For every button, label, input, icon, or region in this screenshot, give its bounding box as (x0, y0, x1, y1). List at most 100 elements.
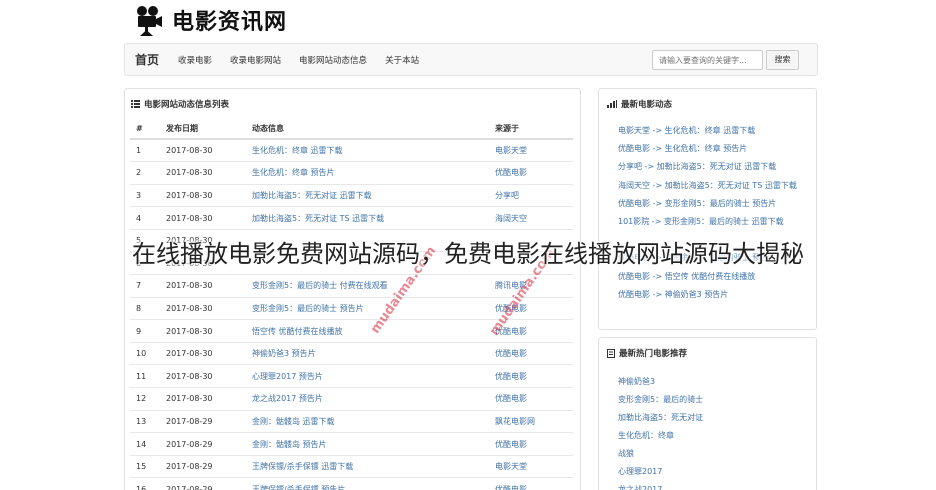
row-number: 2 (130, 161, 160, 185)
row-number: 11 (130, 364, 160, 389)
hot-movie-link[interactable]: 心理罪2017 (618, 466, 703, 484)
row-source-link[interactable]: 优酷电影 (489, 477, 573, 490)
row-date: 2017-08-30 (160, 251, 246, 276)
row-info-link[interactable] (246, 229, 489, 253)
row-source-link[interactable]: 分享吧 (489, 184, 573, 208)
row-info-link[interactable]: 生化危机：终章 预告片 (246, 161, 489, 185)
row-source-link[interactable]: 优酷电影 (489, 432, 573, 456)
hot-movie-link[interactable]: 生化危机：终章 (618, 430, 703, 448)
hot-movie-link[interactable]: 变形金刚5：最后的骑士 (618, 394, 703, 412)
latest-news-link[interactable]: 电影天堂 -> 生化危机：终章 迅雷下载 (618, 125, 797, 143)
navbar: 首页 收录电影 收录电影网站 电影网站动态信息 关于本站 搜索 (124, 43, 818, 76)
row-source-link[interactable]: 飘花电影网 (489, 410, 573, 434)
news-list-title: 电影网站动态信息列表 (131, 98, 229, 110)
latest-news-list: 电影天堂 -> 生化危机：终章 迅雷下载 优酷电影 -> 生化危机：终章 预告片分… (618, 125, 797, 307)
row-info-link[interactable]: 王牌保镖/杀手保镖 迅雷下载 (246, 455, 489, 479)
hot-movies-panel: 最新热门电影推荐 神偷奶爸3 变形金刚5：最后的骑士 加勒比海盗5：死无对证 生化危机… (598, 337, 817, 490)
row-number: 13 (130, 410, 160, 434)
table-row: 16 2017-08-29 王牌保镖/杀手保镖 预告片 优酷电影 (130, 477, 573, 490)
row-info-link[interactable]: 悟空传 优酷付费在线播放 (246, 319, 489, 343)
row-date: 2017-08-30 (160, 387, 246, 411)
table-row: 15 2017-08-29 王牌保镖/杀手保镖 迅雷下载 电影天堂 (130, 455, 573, 479)
row-number: 10 (130, 342, 160, 366)
col-date: 发布日期 (160, 119, 246, 140)
row-info-link[interactable]: 加勒比海盗5：死无对证 TS 迅雷下载 (246, 206, 489, 230)
table-row: 6 2017-08-30 (130, 251, 573, 276)
row-number: 14 (130, 432, 160, 456)
hot-movie-link[interactable]: 加勒比海盗5：死无对证 (618, 412, 703, 430)
nav-about[interactable]: 关于本站 (376, 54, 428, 66)
latest-news-link[interactable]: 分享吧 -> 加勒比海盗5：死无对证 迅雷下载 (618, 161, 797, 179)
logo-text: 电影资讯网 (172, 9, 288, 35)
hot-movie-link[interactable]: 神偷奶爸3 (618, 376, 703, 394)
row-date: 2017-08-30 (160, 364, 246, 389)
row-source-link[interactable]: 电影天堂 (489, 139, 573, 163)
site-logo[interactable]: 电影资讯网 (134, 2, 287, 38)
latest-news-link[interactable]: 海阔天空 -> 加勒比海盗5：死无对证 TS 迅雷下载 (618, 180, 797, 198)
row-info-link[interactable]: 变形金刚5：最后的骑士 付费在线观看 (246, 274, 489, 298)
row-source-link[interactable]: 优酷电影 (489, 364, 573, 389)
table-row: 5 2017-08-30 (130, 229, 573, 253)
row-number: 8 (130, 297, 160, 321)
table-row: 14 2017-08-29 金刚：骷髅岛 预告片 优酷电影 (130, 432, 573, 456)
row-number: 7 (130, 274, 160, 298)
row-number: 16 (130, 477, 160, 490)
col-info: 动态信息 (246, 119, 489, 140)
latest-news-link[interactable]: 优酷电影 -> 生化危机：终章 预告片 (618, 143, 797, 161)
nav-movie-sites[interactable]: 收录电影网站 (221, 54, 290, 66)
news-list-panel: 电影网站动态信息列表 # 发布日期 动态信息 来源于 1 2017-08-30 生化… (124, 88, 581, 490)
row-info-link[interactable]: 变形金刚5：最后的骑士 预告片 (246, 297, 489, 321)
latest-news-link[interactable]: 优酷电影 -> 神偷奶爸3 预告片 (618, 289, 797, 307)
search-input[interactable] (652, 50, 763, 70)
row-number: 6 (130, 251, 160, 276)
row-number: 5 (130, 229, 160, 253)
row-source-link[interactable]: 优酷电影 (489, 161, 573, 185)
row-info-link[interactable]: 加勒比海盗5：死无对证 迅雷下载 (246, 184, 489, 208)
row-info-link[interactable]: 金刚：骷髅岛 迅雷下载 (246, 410, 489, 434)
search-button[interactable]: 搜索 (766, 50, 799, 70)
latest-news-link[interactable]: 101影院 -> 变形金刚5：最后的骑士 迅雷下载 (618, 216, 797, 234)
news-list-title-text: 电影网站动态信息列表 (144, 100, 230, 110)
row-date: 2017-08-30 (160, 342, 246, 366)
hot-movie-link[interactable]: 战狼 (618, 448, 703, 466)
row-date: 2017-08-29 (160, 477, 246, 490)
latest-news-panel: 最新电影动态 电影天堂 -> 生化危机：终章 迅雷下载 优酷电影 -> 生化危机：… (598, 88, 817, 330)
row-date: 2017-08-29 (160, 432, 246, 456)
hot-movie-link[interactable]: 龙之战2017 (618, 484, 703, 490)
row-info-link[interactable]: 金刚：骷髅岛 预告片 (246, 432, 489, 456)
row-info-link[interactable]: 神偷奶爸3 预告片 (246, 342, 489, 366)
row-info-link[interactable]: 心理罪2017 预告片 (246, 364, 489, 389)
col-source: 来源于 (489, 119, 573, 140)
table-row: 10 2017-08-30 神偷奶爸3 预告片 优酷电影 (130, 342, 573, 366)
row-source-link[interactable]: 电影天堂 (489, 455, 573, 479)
document-icon (607, 348, 615, 358)
hot-movies-title: 最新热门电影推荐 (607, 347, 687, 359)
latest-news-link[interactable] (618, 234, 797, 252)
row-number: 3 (130, 184, 160, 208)
row-date: 2017-08-30 (160, 229, 246, 253)
nav-movies[interactable]: 收录电影 (169, 54, 221, 66)
table-row: 1 2017-08-30 生化危机：终章 迅雷下载 电影天堂 (130, 139, 573, 163)
row-source-link[interactable]: 海阔天空 (489, 206, 573, 230)
nav-home[interactable]: 首页 (125, 51, 169, 68)
latest-news-link[interactable]: 优酷电影 -> 变形金刚5：最后的骑士 预告片 (618, 252, 797, 270)
latest-news-link[interactable]: 优酷电影 -> 变形金刚5：最后的骑士 预告片 (618, 198, 797, 216)
row-info-link[interactable]: 王牌保镖/杀手保镖 预告片 (246, 477, 489, 490)
row-date: 2017-08-29 (160, 410, 246, 434)
table-row: 12 2017-08-30 龙之战2017 预告片 优酷电影 (130, 387, 573, 411)
row-source-link[interactable]: 优酷电影 (489, 342, 573, 366)
list-icon (131, 100, 140, 108)
latest-news-link[interactable]: 优酷电影 -> 悟空传 优酷付费在线播放 (618, 271, 797, 289)
row-source-link[interactable] (489, 229, 573, 253)
row-source-link[interactable]: 优酷电影 (489, 387, 573, 411)
row-date: 2017-08-30 (160, 206, 246, 230)
table-row: 4 2017-08-30 加勒比海盗5：死无对证 TS 迅雷下载 海阔天空 (130, 206, 573, 230)
nav-site-news[interactable]: 电影网站动态信息 (290, 54, 376, 66)
row-info-link[interactable]: 生化危机：终章 迅雷下载 (246, 139, 489, 163)
row-number: 15 (130, 455, 160, 479)
row-date: 2017-08-30 (160, 184, 246, 208)
row-info-link[interactable] (246, 251, 489, 276)
row-info-link[interactable]: 龙之战2017 预告片 (246, 387, 489, 411)
table-row: 13 2017-08-29 金刚：骷髅岛 迅雷下载 飘花电影网 (130, 410, 573, 434)
row-number: 12 (130, 387, 160, 411)
